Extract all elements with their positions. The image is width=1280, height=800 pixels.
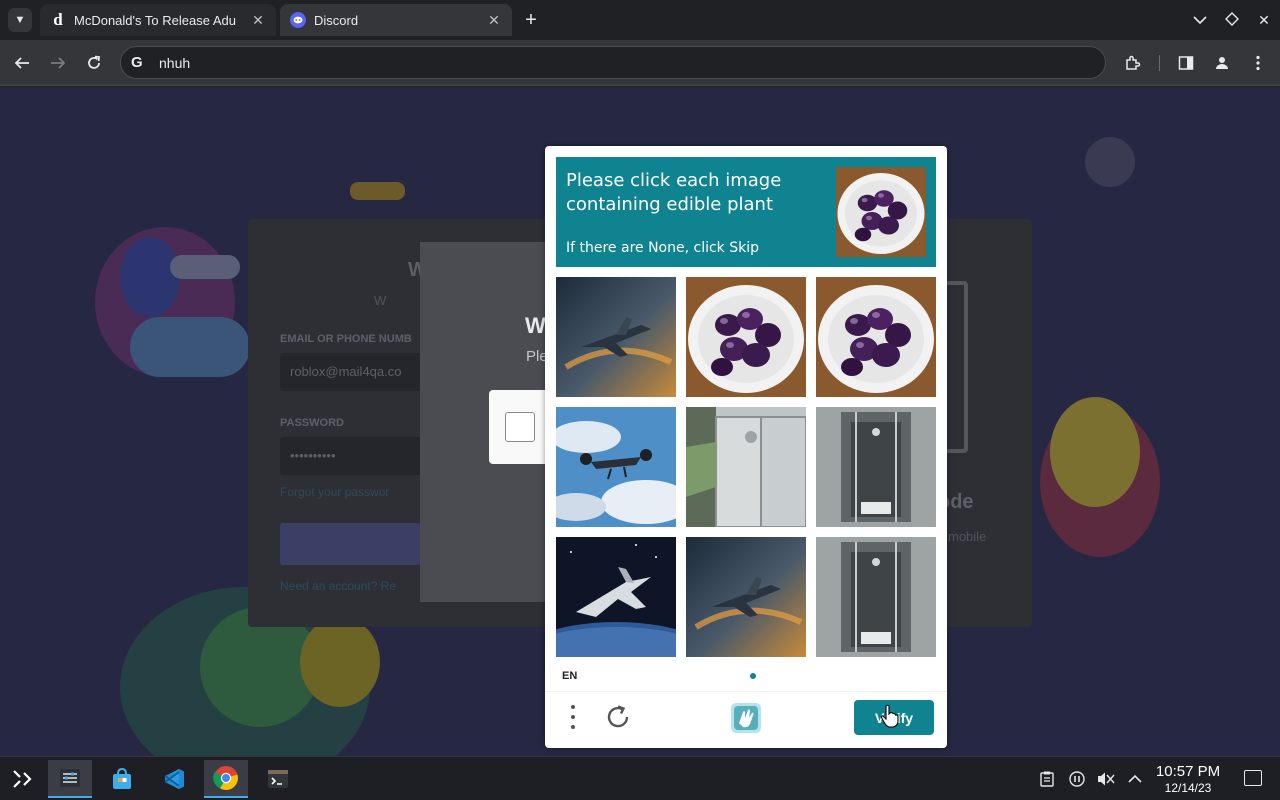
tab-title: Discord — [314, 12, 359, 28]
captcha-divider — [545, 691, 947, 692]
d-letter-icon: d — [53, 10, 63, 29]
address-bar[interactable]: G nhuh — [120, 46, 1106, 79]
captcha-image-5[interactable] — [686, 407, 806, 527]
terminal-icon[interactable] — [256, 760, 300, 798]
captcha-menu-icon[interactable] — [563, 702, 583, 732]
volume-muted-icon[interactable] — [1096, 769, 1116, 789]
clock-date[interactable]: 12/14/23 — [1152, 781, 1224, 795]
pointer-cursor-icon — [880, 704, 900, 728]
discord-icon — [290, 12, 306, 28]
media-pause-icon[interactable] — [1067, 769, 1087, 789]
password-label: PASSWORD — [280, 417, 344, 429]
captcha-image-4[interactable] — [556, 407, 676, 527]
captcha-checkbox[interactable] — [505, 412, 535, 442]
captcha-prompt: Please click each image containing edibl… — [566, 170, 782, 215]
tab-title: McDonald's To Release Adu — [74, 12, 236, 28]
taskbar: 10:57 PM 12/14/23 — [0, 756, 1280, 800]
captcha-image-7[interactable] — [556, 537, 676, 657]
modal-title: W — [525, 313, 546, 338]
toolbar-divider — [1159, 55, 1160, 71]
background-illustration — [300, 617, 380, 707]
hcaptcha-logo-icon[interactable] — [729, 701, 763, 735]
tray-expand-icon[interactable] — [1125, 769, 1145, 789]
side-panel-icon[interactable] — [1174, 51, 1198, 75]
tab-search-button[interactable]: ▼ — [8, 8, 32, 32]
google-icon: G — [131, 54, 143, 71]
close-window-icon[interactable]: ✕ — [1248, 12, 1280, 29]
system-settings-icon[interactable] — [48, 760, 92, 798]
address-text: nhuh — [159, 54, 191, 71]
browser-toolbar: G nhuh — [0, 40, 1280, 86]
language-selector[interactable]: EN — [562, 670, 577, 682]
chrome-icon[interactable] — [204, 760, 248, 798]
email-label: EMAIL OR PHONE NUMB — [280, 333, 412, 345]
close-tab-icon[interactable]: ✕ — [250, 12, 266, 29]
captcha-checkbox-card — [489, 390, 549, 464]
show-desktop-icon[interactable] — [1244, 770, 1262, 786]
chevron-down-icon[interactable] — [1184, 12, 1216, 28]
forgot-password-link[interactable]: Forgot your passwor — [280, 485, 389, 499]
clock-time[interactable]: 10:57 PM — [1152, 763, 1224, 780]
captcha-note: If there are None, click Skip — [566, 240, 760, 256]
tab-bar: ▼ d McDonald's To Release Adu ✕ Discord … — [0, 0, 1280, 40]
login-subtitle: W — [374, 293, 387, 308]
register-link[interactable]: Need an account? Re — [280, 579, 396, 593]
app-launcher-icon[interactable] — [0, 760, 44, 798]
background-illustration — [350, 182, 405, 200]
captcha-image-9[interactable] — [816, 537, 936, 657]
tab-discord[interactable]: Discord ✕ — [280, 4, 512, 36]
background-illustration — [1085, 137, 1135, 187]
captcha-image-8[interactable] — [686, 537, 806, 657]
extensions-icon[interactable] — [1121, 51, 1145, 75]
captcha-image-6[interactable] — [816, 407, 936, 527]
back-icon[interactable] — [10, 51, 34, 75]
vscode-icon[interactable] — [152, 760, 196, 798]
captcha-image-grid — [556, 277, 936, 657]
close-tab-icon[interactable]: ✕ — [486, 12, 502, 29]
example-image — [836, 167, 926, 257]
page-indicator-dot — [750, 673, 756, 679]
minimize-icon[interactable] — [1216, 11, 1248, 29]
captcha-challenge: Please click each image containing edibl… — [545, 146, 947, 748]
refresh-icon[interactable] — [603, 702, 633, 732]
background-illustration — [130, 317, 250, 377]
captcha-image-2[interactable] — [686, 277, 806, 397]
captcha-image-3[interactable] — [816, 277, 936, 397]
reload-icon[interactable] — [82, 51, 106, 75]
more-menu-icon[interactable] — [1246, 51, 1270, 75]
clipboard-icon[interactable] — [1037, 769, 1057, 789]
background-illustration — [120, 237, 180, 317]
qr-subtitle: mobile — [948, 529, 987, 544]
captcha-header: Please click each image containing edibl… — [556, 157, 936, 267]
background-illustration — [1050, 397, 1140, 507]
discover-store-icon[interactable] — [100, 760, 144, 798]
tab-mcdonalds[interactable]: d McDonald's To Release Adu ✕ — [40, 4, 276, 36]
forward-icon[interactable] — [46, 51, 70, 75]
captcha-image-1[interactable] — [556, 277, 676, 397]
new-tab-button[interactable]: + — [520, 8, 542, 32]
chat-bubble-illustration — [170, 255, 240, 279]
profile-icon[interactable] — [1210, 51, 1234, 75]
